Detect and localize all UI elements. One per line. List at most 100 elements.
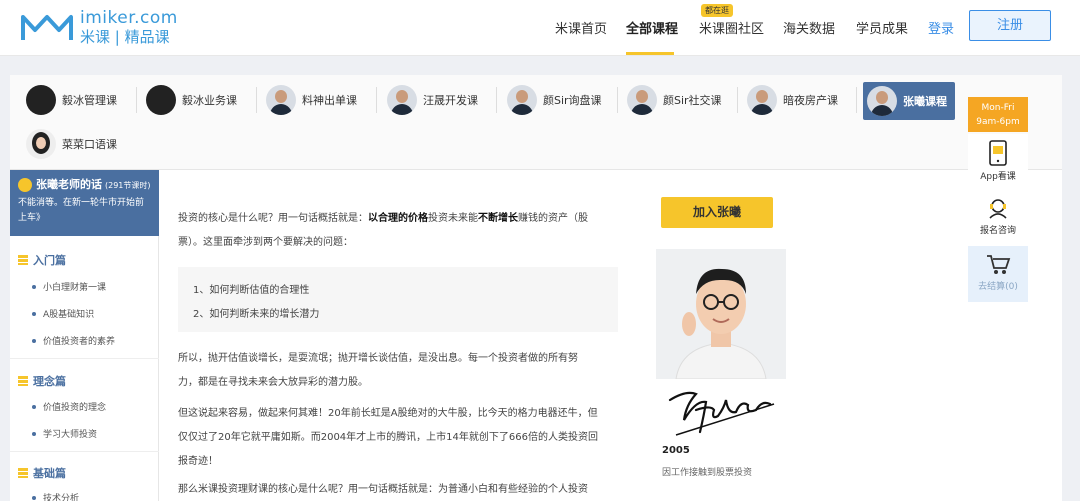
consult-label: 报名咨询: [979, 226, 1016, 236]
headset-icon: [989, 199, 1007, 219]
bold-text: 以合理的价格: [368, 213, 428, 224]
tab-wangsheng-dev[interactable]: 汪晟开发课: [387, 83, 478, 117]
tab-label: 张曦课程: [903, 95, 947, 108]
nav-active-underline: [626, 52, 674, 55]
logo-m-icon: [21, 14, 73, 40]
login-link[interactable]: 登录: [928, 18, 954, 37]
tab-label: 暗夜房产课: [783, 94, 838, 107]
text: 所以，抛开估值谈增长，是耍流氓；抛开增长谈估值，是没出息。每一个投资者做的所有努: [178, 353, 578, 364]
sidebar-item[interactable]: 学习大师投资: [32, 427, 97, 440]
sidebar-motto: 不能消等。在新一轮牛市开始前上车》: [18, 198, 145, 223]
avatar: [146, 85, 176, 115]
text: 投资未来能: [428, 213, 478, 224]
avatar: [266, 85, 296, 115]
checkout-button[interactable]: 去结算(0): [968, 246, 1028, 302]
tab-zhangxi-course[interactable]: 张曦课程: [863, 82, 955, 120]
section-title: 理念篇: [33, 375, 66, 388]
nav-all-courses[interactable]: 全部课程: [626, 18, 678, 37]
text: 赚钱的资产（股: [518, 213, 588, 224]
tab-yansir-social[interactable]: 颜Sir社交课: [627, 83, 722, 117]
hours-line: Mon-Fri: [981, 103, 1015, 113]
app-label: App看课: [980, 172, 1016, 182]
tab-liaoshen-orders[interactable]: 料神出单课: [266, 83, 357, 117]
cart-label: 去结算(0): [978, 282, 1018, 292]
bullet-icon: [32, 404, 36, 409]
register-button[interactable]: 注册: [969, 10, 1051, 41]
nav-community[interactable]: 米课圈社区: [699, 18, 764, 37]
text: 报奇迹！: [178, 456, 218, 467]
site-logo[interactable]: imiker.com 米课 | 精品课: [20, 10, 178, 45]
sidebar-item[interactable]: 价值投资者的素养: [32, 334, 115, 347]
timeline-year: 2005: [662, 445, 690, 456]
tab-yibing-business[interactable]: 毅冰业务课: [146, 83, 237, 117]
portrait-image: [656, 249, 786, 379]
app-watch-button[interactable]: App看课: [968, 134, 1028, 190]
section-title: 基础篇: [33, 467, 66, 480]
sidebar-title: 张曦老师的话: [36, 178, 102, 191]
nav-home[interactable]: 米课首页: [555, 18, 607, 37]
timeline-desc: 因工作接触到股票投资: [662, 468, 753, 478]
sidebar-item[interactable]: 技术分析: [32, 491, 79, 501]
join-button[interactable]: 加入张曦: [661, 197, 773, 228]
tab-label: 颜Sir询盘课: [543, 94, 602, 107]
cart-icon: [987, 255, 1011, 274]
tab-label: 菜菜口语课: [62, 138, 117, 151]
top-bar: imiker.com 米课 | 精品课 米课首页 全部课程 米课圈社区 海关数据…: [0, 0, 1080, 56]
avatar: [867, 86, 897, 116]
sidebar-item-label: 小白理财第一课: [43, 283, 107, 293]
bullet-icon: [32, 495, 36, 500]
hours-line: 9am-6pm: [976, 117, 1020, 127]
divider: [10, 358, 159, 359]
text: 票）。这里面牵涉到两个要解决的问题：: [178, 237, 353, 248]
sidebar-item[interactable]: A股基础知识: [32, 307, 94, 320]
teacher-signature: [666, 380, 776, 444]
avatar: [747, 85, 777, 115]
tab-label: 毅冰业务课: [182, 94, 237, 107]
logo-text-en: imiker.com: [80, 8, 178, 28]
tab-divider: [737, 87, 738, 113]
tab-divider: [256, 87, 257, 113]
sidebar-item[interactable]: 小白理财第一课: [32, 280, 106, 293]
nav-student-results[interactable]: 学员成果: [856, 18, 908, 37]
sidebar-header: 张曦老师的话 (291节课时) 不能消等。在新一轮牛市开始前上车》: [10, 170, 159, 236]
nav-badge: 都在逛: [701, 4, 733, 17]
text: 仅仅过了20年它就平庸如斯。而2004年才上市的腾讯，上市14年就创下了666倍…: [178, 432, 598, 443]
tab-label: 颜Sir社交课: [663, 94, 722, 107]
medal-icon: [18, 178, 32, 192]
tab-divider: [136, 87, 137, 113]
floating-service-bar: Mon-Fri 9am-6pm App看课 报名咨询 去结算(0): [968, 97, 1028, 304]
sidebar-item-label: 学习大师投资: [43, 430, 98, 440]
tab-label: 料神出单课: [302, 94, 357, 107]
course-tabs: 毅冰管理课 毅冰业务课 料神出单课 汪晟开发课 颜Sir询盘课 颜Sir社交课 …: [10, 75, 1062, 170]
article-paragraph: 那么米课投资理财课的核心是什么呢？用一句话概括就是：为普通小白和有些经验的个人投…: [178, 478, 618, 501]
sidebar-item[interactable]: 价值投资的理念: [32, 400, 106, 413]
section-concept[interactable]: 理念篇: [18, 373, 66, 389]
article-paragraph: 所以，抛开估值谈增长，是耍流氓；抛开增长谈估值，是没出息。每一个投资者做的所有努…: [178, 347, 618, 395]
section-intro[interactable]: 入门篇: [18, 252, 66, 268]
lesson-count: (291节课时): [105, 181, 151, 190]
sidebar-item-label: 价值投资的理念: [43, 403, 107, 413]
nav-customs-data[interactable]: 海关数据: [783, 18, 835, 37]
section-basics[interactable]: 基础篇: [18, 465, 66, 481]
tab-divider: [617, 87, 618, 113]
teacher-portrait: [656, 249, 786, 379]
bullet-icon: [32, 284, 36, 289]
question-box: [178, 267, 618, 332]
sidebar-item-label: 价值投资者的素养: [43, 337, 116, 347]
tab-anye-realestate[interactable]: 暗夜房产课: [747, 83, 838, 117]
tab-divider: [376, 87, 377, 113]
course-sidebar: 张曦老师的话 (291节课时) 不能消等。在新一轮牛市开始前上车》 入门篇 小白理…: [10, 170, 159, 501]
tab-caicai-speaking[interactable]: 菜菜口语课: [26, 127, 117, 161]
layers-icon: [18, 376, 28, 386]
tab-divider: [496, 87, 497, 113]
tab-yibing-management[interactable]: 毅冰管理课: [26, 83, 117, 117]
bold-text: 不断增长: [478, 213, 518, 224]
avatar: [387, 85, 417, 115]
consult-button[interactable]: 报名咨询: [968, 190, 1028, 246]
tab-divider: [856, 87, 857, 113]
article-paragraph: 但这说起来容易，做起来何其难！20年前长虹是A股绝对的大牛股，比今天的格力电器还…: [178, 402, 618, 474]
main-panel: 毅冰管理课 毅冰业务课 料神出单课 汪晟开发课 颜Sir询盘课 颜Sir社交课 …: [10, 75, 1062, 501]
question-item: 1、如何判断估值的合理性: [193, 285, 310, 296]
tab-yansir-inquiry[interactable]: 颜Sir询盘课: [507, 83, 602, 117]
logo-text-cn: 米课 | 精品课: [80, 28, 170, 46]
